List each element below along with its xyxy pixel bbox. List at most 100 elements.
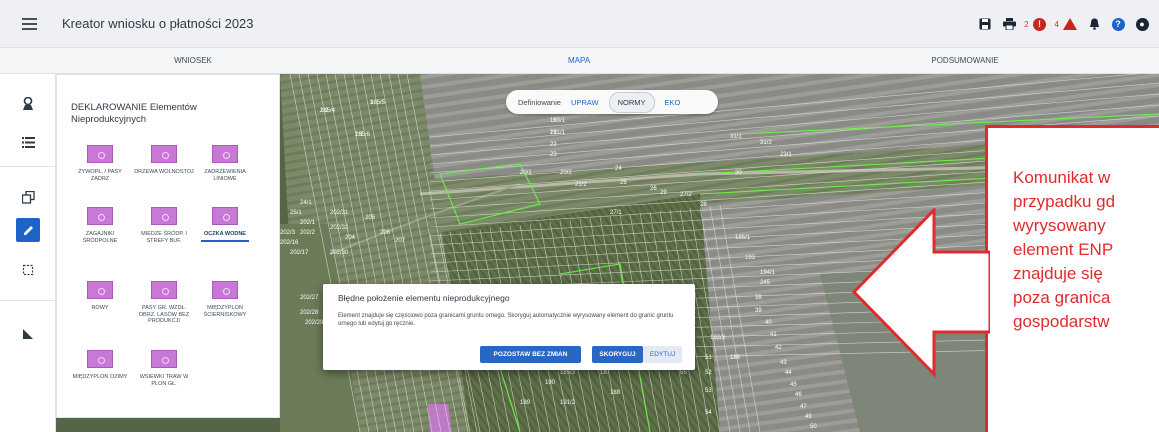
- parcel-number-label: 185/4: [320, 108, 336, 114]
- miedze-thumb-icon: [151, 207, 177, 225]
- error-count: 2: [1024, 19, 1029, 29]
- tile-pasy-gr[interactable]: PASY GR. WZDŁ. OBRZ. LASÓW BEZ PRODUKCJI: [134, 281, 194, 325]
- parcel-number-label: 204: [345, 235, 356, 241]
- zadrzewienia-thumb-icon: [212, 145, 238, 163]
- parcel-number-label: 23: [550, 152, 557, 158]
- parcel-number-label: 188: [610, 390, 621, 396]
- parcel-number-label: 39: [755, 308, 762, 314]
- tile-wsiewki[interactable]: WSIEWKI TRAW W PLON GŁ.: [134, 350, 194, 387]
- measure-icon[interactable]: [18, 324, 38, 344]
- zywoplot-thumb-icon: [87, 145, 113, 163]
- tab-mapa[interactable]: MAPA: [386, 48, 772, 74]
- parcel-number-label: 194/1: [760, 270, 776, 276]
- tile-label: OCZKA WODNE: [204, 231, 246, 237]
- user-icon[interactable]: ●: [1133, 15, 1151, 33]
- tile-rowy[interactable]: ROWY: [70, 281, 130, 312]
- pasy-gr-thumb-icon: [151, 281, 177, 299]
- list-icon[interactable]: [18, 132, 38, 152]
- parcel-number-label: 185/6: [355, 132, 371, 138]
- tile-label: MIĘDZYPLON ŚCIERNISKOWY: [203, 305, 247, 318]
- tile-label: ZAGAJNIKI ŚRÓDPOLNE: [82, 231, 118, 244]
- parcel-number-label: 43: [780, 360, 787, 366]
- parcel-number-label: 31/1: [730, 134, 742, 140]
- parcel-number-label: 185/1: [735, 235, 751, 241]
- enp-panel: DEKLAROWANIE Elementów Nieprodukcyjnych …: [56, 74, 280, 418]
- miedzyplon-ozimy-thumb-icon: [87, 350, 113, 368]
- parcel-number-label: 24/1: [300, 200, 312, 206]
- select-area-icon[interactable]: [18, 260, 38, 280]
- parcel-number-label: 40: [765, 320, 772, 326]
- parcel-number-label: 202/32: [330, 225, 349, 231]
- warning-icon[interactable]: [1061, 15, 1079, 33]
- tile-label: MIEDZE ŚRÓDP. I STREFY BUF.: [141, 231, 187, 244]
- parcel-number-label: 190: [545, 380, 556, 386]
- parcel-number-label: 46: [795, 392, 802, 398]
- parcel-number-label: 27/1: [610, 210, 622, 216]
- nav-divider: [0, 166, 56, 167]
- parcel-number-label: 207: [395, 238, 406, 244]
- parcel-number-label: 53: [705, 388, 712, 394]
- tile-zagajniki[interactable]: ZAGAJNIKI ŚRÓDPOLNE: [70, 207, 130, 244]
- parcel-number-label: 21/2: [575, 182, 587, 188]
- parcel-number-label: 24: [615, 166, 622, 172]
- toggle-normy[interactable]: NORMY: [608, 91, 655, 113]
- panel-title: DEKLAROWANIE Elementów Nieprodukcyjnych: [71, 102, 197, 125]
- parcel-number-label: 50: [810, 424, 817, 430]
- edit-button[interactable]: EDYTUJ: [643, 346, 682, 363]
- parcel-number-label: 49: [805, 414, 812, 420]
- parcel-number-label: 27/2: [680, 192, 692, 198]
- edit-pencil-icon[interactable]: [16, 218, 40, 242]
- tab-podsumowanie[interactable]: PODSUMOWANIE: [772, 48, 1158, 74]
- app-header: Kreator wniosku o płatności 2023 2 ! 4 ?…: [0, 0, 1159, 48]
- keep-unchanged-button[interactable]: POZOSTAW BEZ ZMIAN: [480, 346, 581, 363]
- parcel-number-label: 54: [705, 410, 712, 416]
- correct-button[interactable]: SKORYGUJ: [592, 346, 643, 363]
- parcel-number-label: 202/2: [300, 230, 316, 236]
- parcel-number-label: 202/30: [330, 250, 349, 256]
- parcel-number-label: 23/1: [780, 152, 792, 158]
- parcel-number-label: 41: [770, 332, 777, 338]
- copy-layers-icon[interactable]: [18, 187, 38, 207]
- parcel-number-label: 202/27: [300, 295, 319, 301]
- tile-drzewa[interactable]: DRZEWA WOLNOSTOJ: [134, 145, 194, 176]
- parcel-number-label: 245: [760, 280, 771, 286]
- bell-icon[interactable]: [1085, 15, 1103, 33]
- parcel-number-label: 205: [365, 215, 376, 221]
- parcel-number-label: 202/3: [280, 230, 296, 236]
- tile-oczka-wodne[interactable]: OCZKA WODNE: [195, 207, 255, 242]
- tile-miedzyplon-scierniskowy[interactable]: MIĘDZYPLON ŚCIERNISKOWY: [195, 281, 255, 318]
- tile-miedze[interactable]: MIEDZE ŚRÓDP. I STREFY BUF.: [134, 207, 194, 244]
- callout-text: Komunikat w przypadku gd wyrysowany elem…: [1013, 168, 1116, 331]
- parcel-number-label: 191/1: [550, 130, 566, 136]
- tile-miedzyplon-ozimy[interactable]: MIĘDZYPLON OZIMY: [70, 350, 130, 381]
- parcel-number-label: 31/2: [760, 140, 772, 146]
- parcel-number-label: 202/17: [290, 250, 309, 256]
- parcel-icon[interactable]: [18, 94, 38, 114]
- dialog-message: Element znajduje się częściowo poza gran…: [338, 313, 674, 327]
- definition-mode-toggle: Definiowanie UPRAW NORMY EKO: [506, 90, 718, 114]
- oczka-wodne-thumb-icon: [212, 207, 238, 225]
- warning-count: 4: [1054, 19, 1059, 29]
- parcel-number-label: 202/31: [330, 210, 349, 216]
- parcel-number-label: 189: [520, 400, 531, 406]
- toggle-upraw[interactable]: UPRAW: [571, 98, 599, 107]
- parcel-number-label: 25: [620, 180, 627, 186]
- zagajniki-thumb-icon: [87, 207, 113, 225]
- parcel-number-label: 52: [705, 370, 712, 376]
- parcel-number-label: 42: [775, 345, 782, 351]
- tile-zadrzewienia[interactable]: ZADRZEWIENIA LINIOWE: [195, 145, 255, 182]
- help-icon[interactable]: ?: [1109, 15, 1127, 33]
- wsiewki-thumb-icon: [151, 350, 177, 368]
- parcel-number-label: 29: [660, 190, 667, 196]
- menu-icon[interactable]: [22, 18, 37, 30]
- toggle-eko[interactable]: EKO: [665, 98, 681, 107]
- tab-wniosek[interactable]: WNIOSEK: [0, 48, 386, 74]
- parcel-number-label: 191/2: [560, 400, 576, 406]
- tile-zywoplot[interactable]: ŻYWOPŁ. / PASY ZADRZ: [70, 145, 130, 182]
- parcel-number-label: 26: [650, 186, 657, 192]
- annotation-callout: Komunikat w przypadku gd wyrysowany elem…: [985, 125, 1159, 432]
- parcel-number-label: 187: [600, 370, 611, 376]
- error-icon[interactable]: !: [1031, 15, 1049, 33]
- save-icon[interactable]: [976, 15, 994, 33]
- print-icon[interactable]: [1000, 15, 1018, 33]
